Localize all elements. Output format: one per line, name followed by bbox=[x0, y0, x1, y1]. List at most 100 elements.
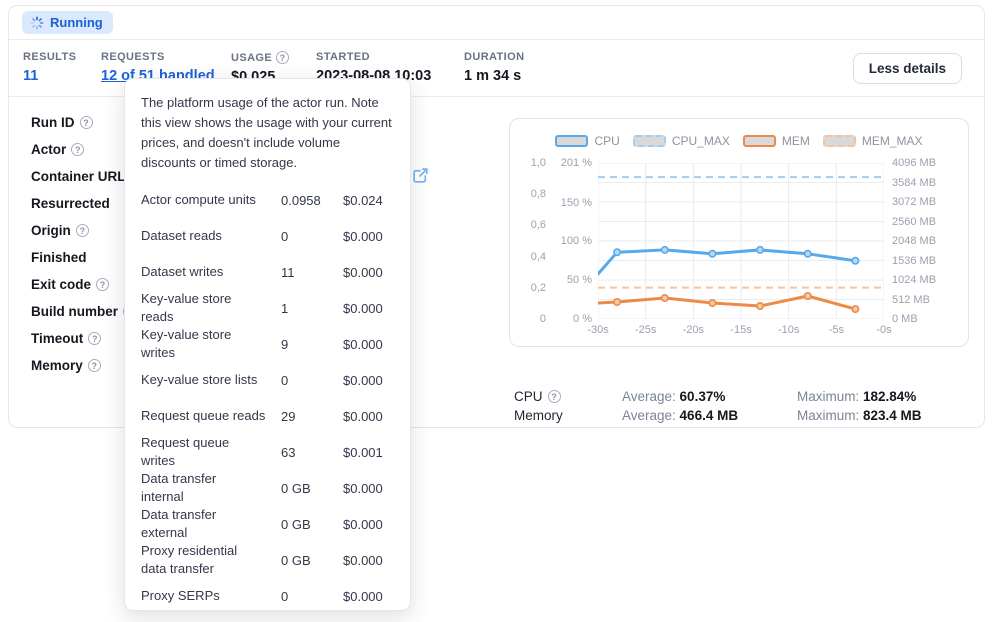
tooltip-row: Dataset reads0$0.000 bbox=[141, 218, 394, 254]
series-marker bbox=[709, 300, 715, 306]
series-mem bbox=[598, 296, 855, 309]
tooltip-row: Request queue writes63$0.001 bbox=[141, 434, 394, 470]
tooltip-row-qty: 11 bbox=[281, 265, 343, 280]
legend-label: MEM bbox=[782, 134, 810, 148]
tooltip-row-label: Actor compute units bbox=[141, 191, 281, 209]
stat-results-value[interactable]: 11 bbox=[23, 68, 76, 84]
legend-item: CPU bbox=[555, 134, 619, 148]
tooltip-row-label: Data transfer internal bbox=[141, 470, 281, 506]
summary-maximum: Maximum: 823.4 MB bbox=[797, 408, 984, 423]
summary-maximum-label: Maximum: bbox=[797, 408, 863, 423]
tooltip-row-cost: $0.000 bbox=[343, 553, 394, 568]
tooltip-row: Key-value store lists0$0.000 bbox=[141, 362, 394, 398]
y-axis-percent-tick: 100 % bbox=[552, 235, 592, 247]
y-axis-mb-tick: 2560 MB bbox=[892, 216, 936, 228]
detail-label: Actor bbox=[31, 142, 66, 157]
tooltip-row-cost: $0.001 bbox=[343, 445, 394, 460]
legend-label: MEM_MAX bbox=[862, 134, 923, 148]
summary-average: Average: 466.4 MB bbox=[622, 408, 797, 423]
legend-swatch-mem_max bbox=[823, 135, 856, 147]
tooltip-content: The platform usage of the actor run. Not… bbox=[125, 79, 410, 611]
x-axis-tick: -15s bbox=[730, 324, 751, 336]
x-axis-tick: -0s bbox=[876, 324, 891, 336]
detail-label: Container URL bbox=[31, 169, 126, 184]
help-icon[interactable] bbox=[71, 143, 84, 156]
usage-help-icon[interactable] bbox=[276, 51, 289, 64]
y-axis-mb-tick: 512 MB bbox=[892, 294, 930, 306]
tooltip-row-qty: 9 bbox=[281, 337, 343, 352]
series-marker bbox=[614, 299, 620, 305]
summary-average-label: Average: bbox=[622, 389, 680, 404]
y-axis-fraction-tick: 0,6 bbox=[518, 219, 546, 231]
help-icon[interactable] bbox=[548, 390, 561, 403]
tooltip-row: Proxy SERPs0$0.000 bbox=[141, 578, 394, 611]
y-axis-mb-tick: 1536 MB bbox=[892, 255, 936, 267]
legend-label: CPU_MAX bbox=[672, 134, 730, 148]
stat-usage-label-text: USAGE bbox=[231, 52, 272, 64]
tooltip-row-label: Key-value store reads bbox=[141, 290, 281, 326]
y-axis-fraction-tick: 0,8 bbox=[518, 188, 546, 200]
tooltip-row-qty: 0 GB bbox=[281, 553, 343, 568]
tooltip-row-cost: $0.000 bbox=[343, 337, 394, 352]
status-badge: Running bbox=[22, 11, 113, 34]
y-axis-mb-tick: 0 MB bbox=[892, 313, 918, 325]
tooltip-row-qty: 0 bbox=[281, 373, 343, 388]
legend-swatch-mem bbox=[743, 135, 776, 147]
y-axis-mb-tick: 3584 MB bbox=[892, 177, 936, 189]
tooltip-row-qty: 0 GB bbox=[281, 517, 343, 532]
tooltip-row: Data transfer internal0 GB$0.000 bbox=[141, 470, 394, 506]
stat-duration-label: DURATION bbox=[464, 51, 524, 63]
detail-label: Timeout bbox=[31, 331, 83, 346]
summary-maximum-label: Maximum: bbox=[797, 389, 863, 404]
tooltip-row-qty: 0 bbox=[281, 229, 343, 244]
legend-swatch-cpu bbox=[555, 135, 588, 147]
detail-label: Resurrected bbox=[31, 196, 110, 211]
detail-label: Finished bbox=[31, 250, 87, 265]
y-axis-percent-tick: 201 % bbox=[552, 157, 592, 169]
tooltip-row-cost: $0.000 bbox=[343, 409, 394, 424]
help-icon[interactable] bbox=[88, 359, 101, 372]
tooltip-row-cost: $0.024 bbox=[343, 193, 394, 208]
legend-label: CPU bbox=[594, 134, 619, 148]
tooltip-row-label: Proxy residential data transfer bbox=[141, 542, 281, 578]
help-icon[interactable] bbox=[80, 116, 93, 129]
tooltip-row-label: Key-value store writes bbox=[141, 326, 281, 362]
run-header: Running bbox=[9, 6, 984, 40]
detail-label: Origin bbox=[31, 223, 71, 238]
summary-average-value: 466.4 MB bbox=[680, 408, 739, 423]
summary-metric-text: Memory bbox=[514, 408, 563, 423]
x-axis-tick: -20s bbox=[683, 324, 704, 336]
series-marker bbox=[805, 293, 811, 299]
tooltip-row-label: Dataset reads bbox=[141, 227, 281, 245]
y-axis-fraction-tick: 0,2 bbox=[518, 282, 546, 294]
tooltip-row: Proxy residential data transfer0 GB$0.00… bbox=[141, 542, 394, 578]
legend-item: CPU_MAX bbox=[633, 134, 730, 148]
stat-started-label: STARTED bbox=[316, 51, 431, 63]
help-icon[interactable] bbox=[96, 278, 109, 291]
summary-average-label: Average: bbox=[622, 408, 680, 423]
series-marker bbox=[757, 303, 763, 309]
help-icon[interactable] bbox=[76, 224, 89, 237]
tooltip-row-label: Proxy SERPs bbox=[141, 587, 281, 605]
external-link-icon[interactable] bbox=[412, 167, 429, 184]
page: Running RESULTS 11 REQUESTS 12 of 51 han… bbox=[0, 0, 993, 622]
summary-average-value: 60.37% bbox=[680, 389, 726, 404]
tooltip-row-label: Request queue writes bbox=[141, 434, 281, 470]
x-axis-tick: -30s bbox=[587, 324, 608, 336]
stat-duration-value: 1 m 34 s bbox=[464, 68, 524, 84]
y-axis-fraction-tick: 1,0 bbox=[518, 157, 546, 169]
detail-label: Memory bbox=[31, 358, 83, 373]
help-icon[interactable] bbox=[88, 332, 101, 345]
chart-legend: CPU CPU_MAX MEM MEM_MAX bbox=[510, 134, 968, 148]
x-axis-tick: -25s bbox=[635, 324, 656, 336]
less-details-button[interactable]: Less details bbox=[853, 53, 962, 84]
y-axis-fraction-tick: 0 bbox=[518, 313, 546, 325]
tooltip-row-qty: 0 GB bbox=[281, 481, 343, 496]
y-axis-percent-tick: 0 % bbox=[552, 313, 592, 325]
tooltip-row-label: Dataset writes bbox=[141, 263, 281, 281]
summary-average: Average: 60.37% bbox=[622, 389, 797, 404]
tooltip-row-label: Key-value store lists bbox=[141, 371, 281, 389]
series-marker bbox=[805, 251, 811, 257]
tooltip-row-qty: 1 bbox=[281, 301, 343, 316]
y-axis-mb-tick: 2048 MB bbox=[892, 235, 936, 247]
